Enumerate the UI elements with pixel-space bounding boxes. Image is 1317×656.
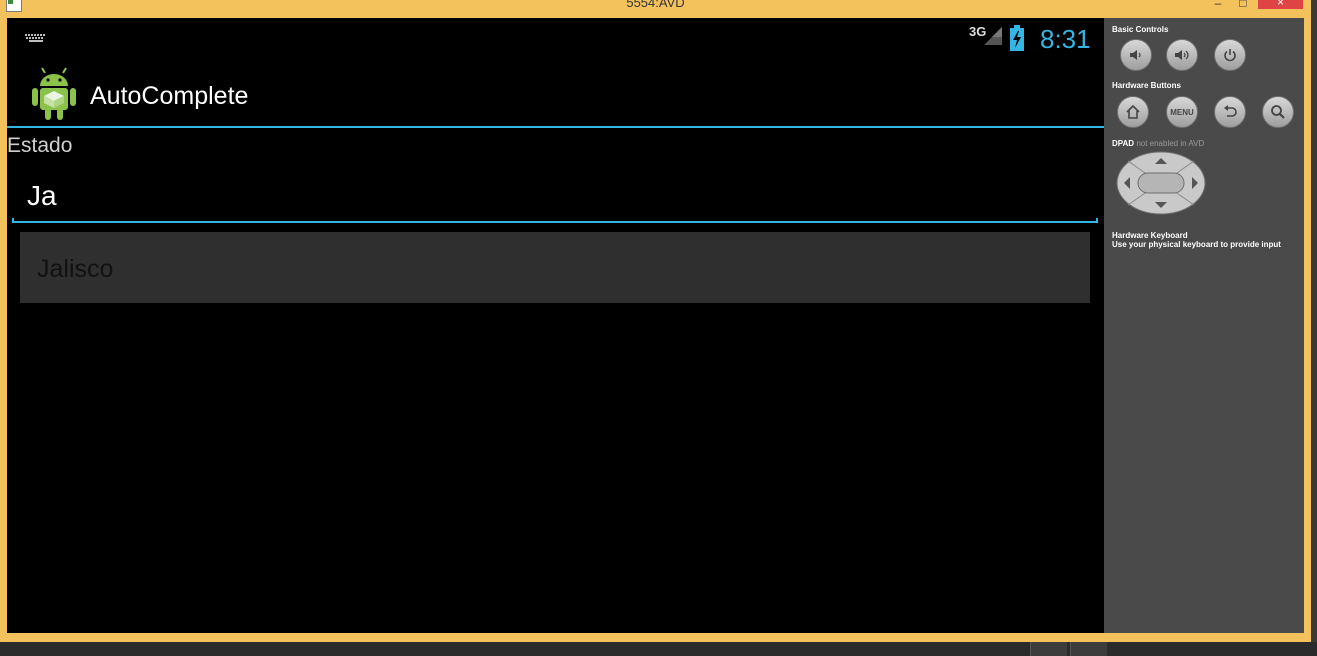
- field-label: Estado: [7, 134, 73, 157]
- input-underline: [12, 218, 1098, 223]
- dpad-control[interactable]: [1116, 151, 1206, 215]
- controls-panel: Basic Controls Hardware Buttons MENU DPA…: [1104, 18, 1304, 633]
- battery-charging-icon: [1010, 25, 1024, 51]
- app-title: AutoComplete: [90, 82, 249, 110]
- window-titlebar[interactable]: 5554:AVD – □ ×: [0, 0, 1311, 17]
- volume-down-icon: [1130, 50, 1141, 60]
- volume-up-icon: [1175, 50, 1189, 60]
- hardware-keyboard-heading: Hardware Keyboard: [1112, 231, 1188, 240]
- suggestion-dropdown: Jalisco: [20, 232, 1090, 303]
- maximize-button[interactable]: □: [1232, 0, 1254, 10]
- autocomplete-input[interactable]: [12, 173, 1098, 219]
- keyboard-icon: [25, 34, 45, 42]
- search-icon: [1271, 105, 1285, 119]
- menu-icon: MENU: [1170, 107, 1194, 117]
- status-clock: 8:31: [1040, 24, 1091, 54]
- status-bar: 3G 8:31: [7, 18, 1104, 60]
- basic-controls-heading: Basic Controls: [1112, 25, 1169, 34]
- volume-down-button[interactable]: [1120, 39, 1152, 71]
- hardware-keyboard-note: Use your physical keyboard to provide in…: [1112, 240, 1281, 249]
- volume-up-button[interactable]: [1166, 39, 1198, 71]
- action-bar: AutoComplete: [7, 60, 1104, 128]
- dpad-heading: DPAD not enabled in AVD: [1112, 139, 1205, 148]
- minimize-button[interactable]: –: [1207, 0, 1229, 10]
- close-button[interactable]: ×: [1258, 0, 1303, 9]
- back-icon: [1224, 105, 1237, 117]
- desktop-segment: [1030, 642, 1067, 656]
- power-icon: [1224, 49, 1236, 62]
- desktop-background: [1311, 0, 1317, 656]
- android-app-icon: [32, 67, 76, 120]
- device-screen[interactable]: 3G 8:31 AutoComplete Estado Ja Jalisco: [7, 18, 1104, 633]
- suggestion-item[interactable]: Jalisco: [20, 232, 1090, 303]
- window-title: 5554:AVD: [626, 0, 685, 10]
- home-button[interactable]: [1117, 96, 1149, 128]
- power-button[interactable]: [1214, 39, 1246, 71]
- suggestion-item-label: Jalisco: [37, 255, 114, 283]
- desktop-taskbar-strip: [0, 642, 1317, 656]
- hardware-keyboard-info: Hardware Keyboard Use your physical keyb…: [1112, 231, 1281, 249]
- back-button[interactable]: [1214, 96, 1246, 128]
- hardware-buttons-heading: Hardware Buttons: [1112, 81, 1181, 90]
- desktop-segment: [1070, 642, 1107, 656]
- home-icon: [1126, 105, 1140, 119]
- signal-icon: [984, 27, 1002, 45]
- menu-button[interactable]: MENU: [1166, 96, 1198, 128]
- search-button[interactable]: [1262, 96, 1294, 128]
